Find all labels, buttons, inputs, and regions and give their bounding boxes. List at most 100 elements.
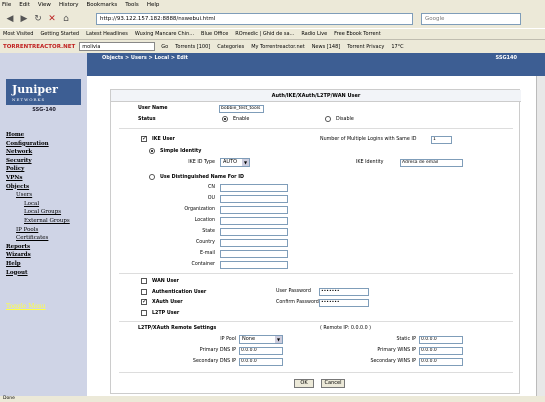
menu-file[interactable]: File — [2, 2, 11, 8]
nav-local[interactable]: Local — [6, 200, 70, 209]
xauth-user-checkbox[interactable]: ✓ — [141, 299, 147, 305]
nav-reports[interactable]: Reports — [6, 243, 70, 252]
ike-identity-input[interactable]: Adresa de email — [400, 159, 463, 167]
remote-ip-label: ( Remote IP: 0.0.0.0 ) — [320, 326, 372, 331]
auth-user-checkbox[interactable] — [141, 289, 147, 295]
menu-tools[interactable]: Tools — [125, 2, 139, 8]
left-nav-panel: Juniper NETWORKS SSG-140 Home Configurat… — [0, 53, 87, 396]
nav-local-groups[interactable]: Local Groups — [6, 208, 70, 217]
bookmark-item[interactable]: Latest Headlines — [86, 31, 128, 37]
l2tp-user-label: L2TP User — [152, 311, 180, 316]
primary-wins-input[interactable]: 0.0.0.0 — [419, 347, 463, 355]
container-input[interactable] — [220, 261, 288, 269]
primary-dns-input[interactable]: 0.0.0.0 — [239, 347, 283, 355]
reload-icon[interactable]: ↻ — [32, 13, 44, 25]
container-label: Container — [191, 262, 215, 267]
ou-input[interactable] — [220, 195, 288, 203]
toolbar-search-input[interactable]: molivia — [79, 42, 156, 51]
menu-help[interactable]: Help — [147, 2, 160, 8]
wan-user-checkbox[interactable] — [141, 278, 147, 284]
url-input[interactable]: http://93.122.157.182:8888/nswebui.html — [96, 13, 413, 25]
multi-logins-input[interactable]: 1 — [431, 136, 452, 144]
nav-network[interactable]: Network — [6, 148, 70, 157]
nav-objects[interactable]: Objects — [6, 183, 70, 192]
ok-button[interactable]: OK — [294, 379, 314, 388]
user-name-input[interactable]: bobbie_test_tools — [219, 105, 264, 113]
toolbar-item[interactable]: News [148] — [312, 44, 341, 50]
user-edit-form: Auth/IKE/XAuth/L2TP/WAN User User Name b… — [110, 89, 521, 394]
enable-radio[interactable] — [222, 116, 228, 122]
weather-label: 17°C — [391, 43, 404, 50]
forward-icon[interactable]: ▶ — [18, 13, 30, 25]
nav-external-groups[interactable]: External Groups — [6, 217, 70, 226]
confirm-password-input[interactable]: ••••••• — [319, 299, 369, 307]
menu-bookmarks[interactable]: Bookmarks — [87, 2, 118, 8]
toolbar-item[interactable]: Torrents [100] — [175, 44, 210, 50]
menu-edit[interactable]: Edit — [19, 2, 30, 8]
ike-user-checkbox[interactable]: ✓ — [141, 136, 147, 142]
back-icon[interactable]: ◀ — [4, 13, 16, 25]
nav-help[interactable]: Help — [6, 260, 70, 269]
toolbar-item[interactable]: Categories — [217, 44, 244, 50]
secondary-wins-label: Secondary WINS IP — [370, 359, 416, 364]
status-label: Status — [138, 117, 156, 122]
bookmark-item[interactable]: Blue Office — [201, 31, 228, 37]
static-ip-input[interactable]: 0.0.0.0 — [419, 336, 463, 344]
home-icon[interactable]: ⌂ — [60, 13, 72, 25]
nav-wizards[interactable]: Wizards — [6, 251, 70, 260]
toolbar-item[interactable]: Torrent Privacy — [347, 44, 384, 50]
dn-radio[interactable] — [149, 174, 155, 180]
state-label: State — [202, 229, 215, 234]
ike-id-type-label: IKE ID Type — [188, 160, 215, 165]
nav-home[interactable]: Home — [6, 131, 70, 140]
bookmark-item[interactable]: Most Visited — [3, 31, 33, 37]
l2tp-settings-label: L2TP/XAuth Remote Settings — [138, 326, 217, 331]
cancel-button[interactable]: Cancel — [321, 379, 345, 388]
header-strip: Objects > Users > Local > Edit SSG140 — [87, 53, 545, 63]
nav-ip-pools[interactable]: IP Pools — [6, 226, 70, 235]
toggle-menu-link[interactable]: Toggle Menu — [6, 303, 46, 310]
ike-user-label: IKE User — [152, 137, 175, 142]
ike-id-type-select[interactable]: AUTO ▼ — [220, 158, 250, 167]
country-label: Country — [195, 240, 215, 245]
nav-certificates[interactable]: Certificates — [6, 234, 70, 243]
nav-configuration[interactable]: Configuration — [6, 140, 70, 149]
menu-history[interactable]: History — [59, 2, 79, 8]
disable-radio[interactable] — [325, 116, 331, 122]
nav-policy[interactable]: Policy — [6, 165, 70, 174]
country-input[interactable] — [220, 239, 288, 247]
email-input[interactable] — [220, 250, 288, 258]
state-input[interactable] — [220, 228, 288, 236]
enable-label: Enable — [233, 117, 250, 122]
secondary-dns-input[interactable]: 0.0.0.0 — [239, 358, 283, 366]
nav-users[interactable]: Users — [6, 191, 70, 200]
secondary-wins-input[interactable]: 0.0.0.0 — [419, 358, 463, 366]
bookmark-item[interactable]: Wuxing Mancare Chin... — [135, 31, 194, 37]
simple-identity-radio[interactable] — [149, 148, 155, 154]
nav-tree: Home Configuration Network Security Poli… — [6, 131, 70, 277]
toolbar-go-button[interactable]: Go — [161, 44, 168, 50]
ip-pool-select[interactable]: None ▼ — [239, 335, 283, 344]
location-input[interactable] — [220, 217, 288, 225]
bookmark-item[interactable]: Radio Live — [301, 31, 327, 37]
xauth-user-label: XAuth User — [152, 300, 183, 305]
chevron-down-icon: ▼ — [275, 336, 282, 343]
cn-input[interactable] — [220, 184, 288, 192]
wan-user-label: WAN User — [152, 279, 179, 284]
nav-security[interactable]: Security — [6, 157, 70, 166]
search-input[interactable]: Google — [421, 13, 521, 25]
nav-logout[interactable]: Logout — [6, 269, 70, 278]
organization-input[interactable] — [220, 206, 288, 214]
organization-label: Organization — [184, 207, 215, 212]
menu-view[interactable]: View — [38, 2, 51, 8]
l2tp-user-checkbox[interactable] — [141, 310, 147, 316]
stop-icon[interactable]: ✕ — [46, 13, 58, 25]
device-label: SSG140 — [495, 55, 517, 61]
bookmark-item[interactable]: Getting Started — [40, 31, 79, 37]
bookmark-item[interactable]: Free Ebook Torrent — [334, 31, 381, 37]
bookmark-item[interactable]: ROmedic | Ghid de sa... — [235, 31, 294, 37]
toolbar-item[interactable]: My Torrentreactor.net — [251, 44, 305, 50]
user-password-input[interactable]: ••••••• — [319, 288, 369, 296]
nav-vpns[interactable]: VPNs — [6, 174, 70, 183]
vertical-scrollbar[interactable] — [536, 76, 545, 396]
